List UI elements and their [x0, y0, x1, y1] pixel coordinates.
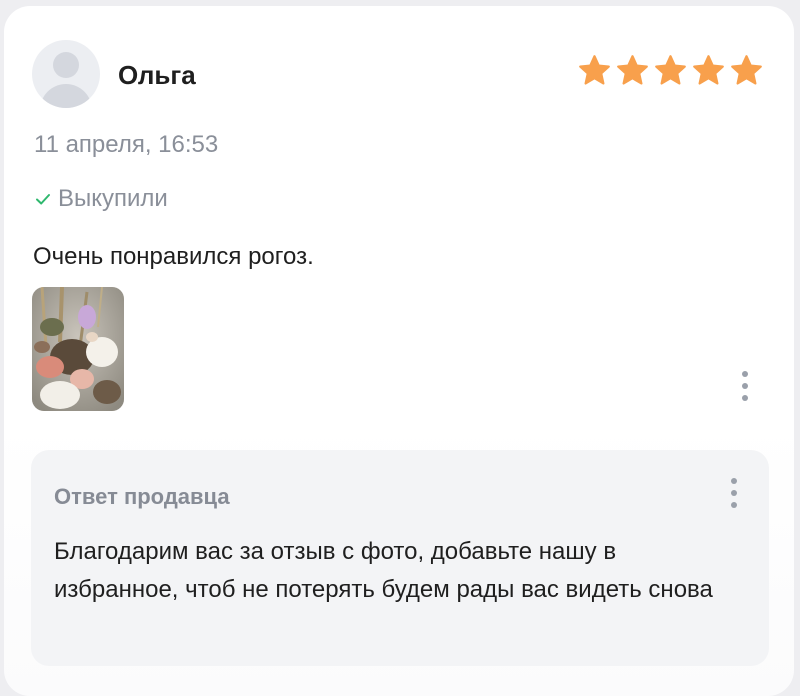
seller-reply: Ответ продавца Благодарим вас за отзыв с…	[31, 450, 769, 666]
review-text: Очень понравился рогоз.	[33, 243, 314, 270]
review-photo[interactable]	[32, 287, 124, 411]
rating-stars	[577, 53, 764, 88]
more-dot	[742, 383, 748, 389]
bouquet-photo-image	[32, 287, 124, 411]
more-dot	[731, 490, 737, 496]
check-icon	[36, 194, 50, 205]
more-dot	[731, 502, 737, 508]
star-icon	[655, 55, 686, 85]
purchase-status-label: Выкупили	[58, 185, 168, 212]
avatar-body	[40, 84, 92, 108]
seller-reply-text: Благодарим вас за отзыв с фото, добавьте…	[54, 538, 713, 603]
avatar-head	[53, 52, 79, 78]
review-date: 11 апреля, 16:53	[34, 131, 219, 158]
review-card: Ольга 11 апреля, 16:53 Выкупили Очень по…	[4, 6, 794, 696]
more-dot	[742, 371, 748, 377]
review-more-button[interactable]	[740, 371, 750, 401]
star-icon	[579, 55, 610, 85]
purchase-status: Выкупили	[34, 184, 168, 214]
more-dot	[731, 478, 737, 484]
star-icon	[617, 55, 648, 85]
star-icon	[693, 55, 724, 85]
more-dot	[742, 395, 748, 401]
star-icon	[731, 55, 762, 85]
reply-more-button[interactable]	[729, 478, 739, 508]
author-name: Ольга	[118, 60, 196, 90]
user-avatar	[32, 40, 100, 108]
seller-reply-title: Ответ продавца	[54, 484, 230, 509]
